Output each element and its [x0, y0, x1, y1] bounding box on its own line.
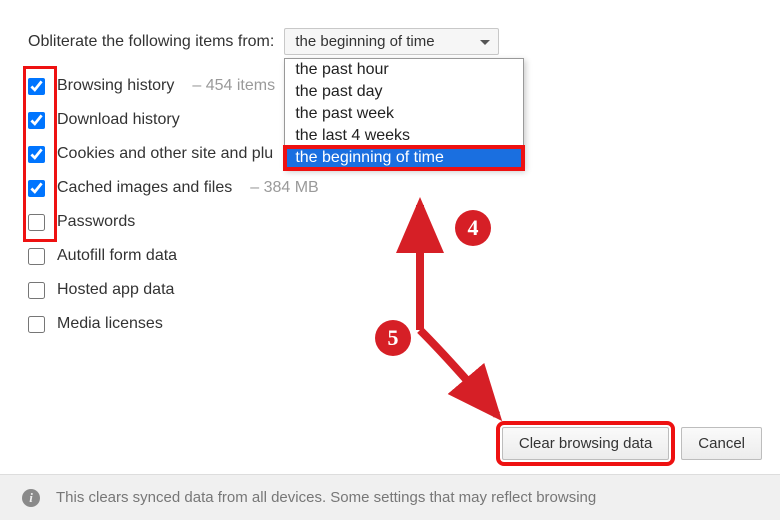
time-option-past-hour[interactable]: the past hour	[285, 59, 523, 81]
checkbox-autofill[interactable]	[28, 248, 45, 265]
time-range-selected: the beginning of time	[295, 33, 434, 50]
label-browsing-history: Browsing history	[57, 77, 174, 95]
footer-bar: i This clears synced data from all devic…	[0, 474, 780, 520]
cancel-button[interactable]: Cancel	[681, 427, 762, 460]
time-option-beginning-of-time[interactable]: the beginning of time	[285, 147, 523, 169]
label-media-licenses: Media licenses	[57, 315, 163, 333]
sub-browsing-history: – 454 items	[192, 77, 275, 95]
time-option-past-day[interactable]: the past day	[285, 81, 523, 103]
checkbox-media-licenses[interactable]	[28, 316, 45, 333]
sub-cached: – 384 MB	[250, 179, 318, 197]
chevron-down-icon	[480, 40, 490, 50]
footer-text: This clears synced data from all devices…	[56, 489, 596, 506]
annotation-badge-4: 4	[455, 210, 491, 246]
time-range-dropdown-button[interactable]: the beginning of time	[284, 28, 499, 55]
checkbox-cookies[interactable]	[28, 146, 45, 163]
option-passwords[interactable]: Passwords	[28, 205, 752, 239]
checkbox-download-history[interactable]	[28, 112, 45, 129]
label-hosted-app-data: Hosted app data	[57, 281, 174, 299]
time-option-past-week[interactable]: the past week	[285, 103, 523, 125]
label-cached: Cached images and files	[57, 179, 232, 197]
option-cached[interactable]: Cached images and files – 384 MB	[28, 171, 752, 205]
checkbox-passwords[interactable]	[28, 214, 45, 231]
label-autofill: Autofill form data	[57, 247, 177, 265]
label-download-history: Download history	[57, 111, 180, 129]
info-icon: i	[22, 489, 40, 507]
checkbox-cached[interactable]	[28, 180, 45, 197]
time-range-dropdown[interactable]: the beginning of time the past hour the …	[284, 28, 499, 55]
checkbox-browsing-history[interactable]	[28, 78, 45, 95]
option-hosted-app-data[interactable]: Hosted app data	[28, 273, 752, 307]
clear-browsing-data-button[interactable]: Clear browsing data	[502, 427, 669, 460]
label-cookies: Cookies and other site and plu	[57, 145, 273, 163]
time-option-last-4-weeks[interactable]: the last 4 weeks	[285, 125, 523, 147]
annotation-badge-5: 5	[375, 320, 411, 356]
checkbox-hosted-app-data[interactable]	[28, 282, 45, 299]
label-passwords: Passwords	[57, 213, 135, 231]
time-range-dropdown-list[interactable]: the past hour the past day the past week…	[284, 58, 524, 170]
obliterate-prompt: Obliterate the following items from:	[28, 33, 274, 51]
option-autofill[interactable]: Autofill form data	[28, 239, 752, 273]
